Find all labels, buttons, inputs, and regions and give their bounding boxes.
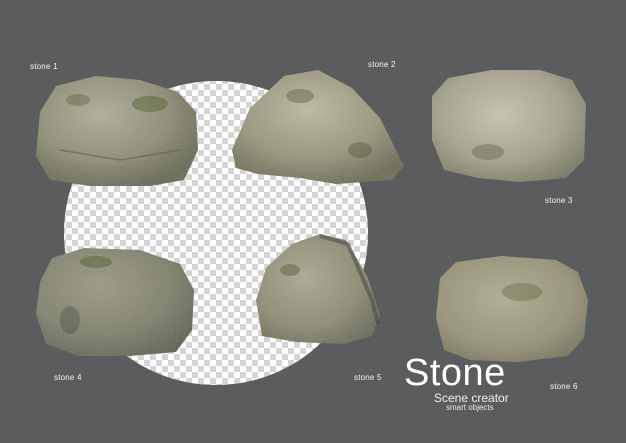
stone-4-label: stone 4	[54, 373, 82, 382]
stone-6-label: stone 6	[550, 382, 578, 391]
stone-6-image	[436, 256, 588, 362]
preview-canvas: stone 1 stone 2 stone 3 stone 4 stone 5 …	[0, 0, 626, 438]
stone-5-label: stone 5	[354, 373, 382, 382]
stone-2-label: stone 2	[368, 60, 396, 69]
brand-title: Stone	[404, 352, 506, 394]
stone-3-label: stone 3	[545, 196, 573, 205]
stone-1-image	[36, 76, 198, 186]
stone-3-image	[432, 70, 586, 182]
stone-4-image	[36, 248, 194, 356]
stones-illustration	[36, 70, 588, 385]
stone-1-label: stone 1	[30, 62, 58, 71]
brand-tagline: smart objects	[446, 403, 494, 412]
